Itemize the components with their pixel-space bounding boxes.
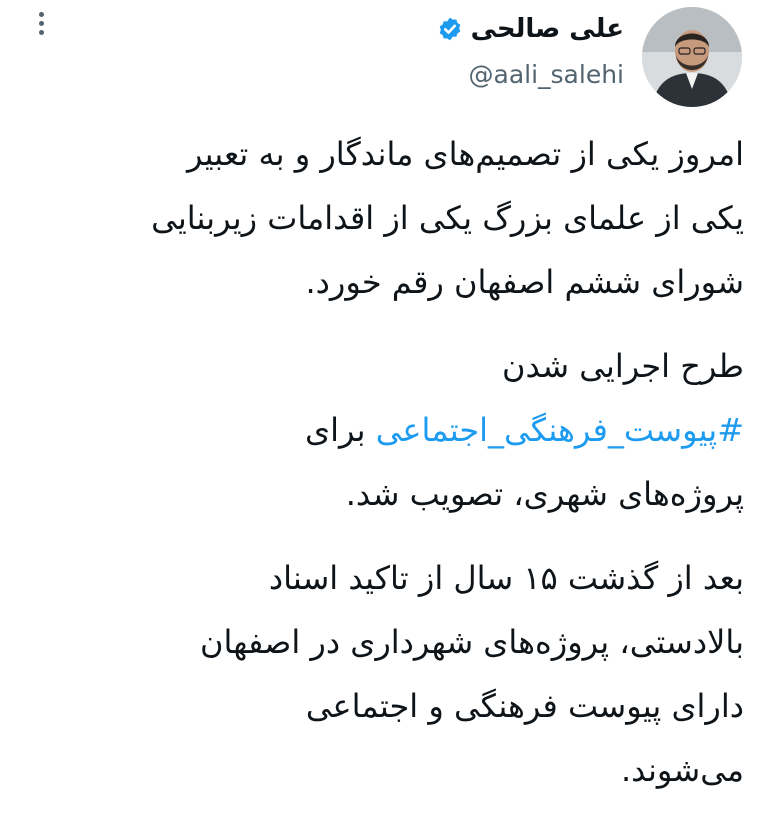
author-name-row: علی صالحی xyxy=(437,14,624,44)
tweet-paragraph-3: بعد از گذشت ۱۵ سال از تاکید اسناد بالادس… xyxy=(40,546,744,802)
tweet-text-fragment: برای xyxy=(305,411,376,449)
tweet-line: بالادستی، پروژه‌های شهرداری در اصفهان xyxy=(199,623,744,661)
tweet-line: یکی از علمای بزرگ یکی از اقدامات زیربنای… xyxy=(151,199,744,237)
avatar[interactable] xyxy=(642,7,742,107)
tweet-line: بعد از گذشت ۱۵ سال از تاکید اسناد xyxy=(268,559,744,597)
tweet-line: دارای پیوست فرهنگی و اجتماعی xyxy=(305,687,744,725)
more-vertical-icon[interactable] xyxy=(34,12,48,38)
hashtag-link[interactable]: #پیوست_فرهنگی_اجتماعی xyxy=(376,411,744,449)
tweet-line: امروز یکی از تصمیم‌های ماندگار و به تعبی… xyxy=(186,135,744,173)
tweet-line: طرح اجرایی شدن xyxy=(501,347,744,385)
author-name[interactable]: علی صالحی xyxy=(471,14,624,44)
tweet-card: علی صالحی @aali_salehi امروز یکی از تصمی… xyxy=(0,0,780,800)
tweet-author[interactable]: علی صالحی @aali_salehi xyxy=(437,14,624,89)
tweet-line: #پیوست_فرهنگی_اجتماعی برای xyxy=(40,398,744,462)
tweet-paragraph-1: امروز یکی از تصمیم‌های ماندگار و به تعبی… xyxy=(40,122,744,314)
author-handle[interactable]: @aali_salehi xyxy=(437,60,625,89)
tweet-line: شورای ششم اصفهان رقم خورد. xyxy=(305,263,744,301)
tweet-line: پروژه‌های شهری، تصویب شد. xyxy=(345,475,744,513)
tweet-line: می‌شوند. xyxy=(620,751,744,789)
verified-badge-icon xyxy=(439,17,460,41)
avatar-image xyxy=(642,7,742,107)
tweet-paragraph-2: طرح اجرایی شدن #پیوست_فرهنگی_اجتماعی برا… xyxy=(40,334,744,526)
tweet-text: امروز یکی از تصمیم‌های ماندگار و به تعبی… xyxy=(40,122,744,822)
